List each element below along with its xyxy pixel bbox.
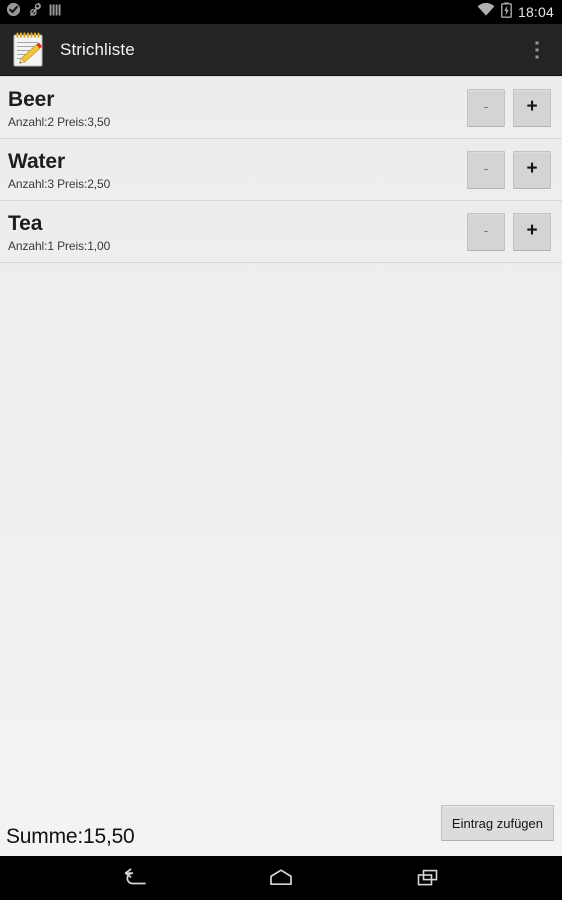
app-title: Strichliste	[60, 39, 135, 59]
table-row[interactable]: Tea Anzahl:1 Preis:1,00 - +	[0, 201, 562, 263]
row-text-block: Water Anzahl:3 Preis:2,50	[8, 147, 467, 193]
increment-button[interactable]: +	[513, 88, 551, 127]
item-name: Tea	[8, 211, 43, 235]
row-stepper: - +	[467, 212, 554, 251]
overflow-dot	[535, 40, 539, 45]
wifi-icon	[477, 2, 495, 22]
status-bar-notification-icons	[6, 2, 62, 22]
item-list: Beer Anzahl:2 Preis:3,50 - + Water Anzah…	[0, 76, 562, 263]
status-bar: 18:04	[0, 0, 562, 24]
decrement-button[interactable]: -	[467, 88, 505, 127]
overflow-dot	[535, 47, 539, 52]
back-icon[interactable]	[106, 858, 162, 898]
increment-button[interactable]: +	[513, 212, 551, 251]
decrement-button[interactable]: -	[467, 150, 505, 189]
row-stepper: - +	[467, 88, 554, 127]
home-icon[interactable]	[253, 858, 309, 898]
battery-charging-icon	[501, 1, 512, 23]
check-circle-icon	[6, 2, 21, 22]
row-text-block: Beer Anzahl:2 Preis:3,50	[8, 85, 467, 131]
footer-bar: Summe:15,50 Eintrag zufügen	[0, 796, 562, 856]
status-bar-system-icons: 18:04	[477, 1, 554, 23]
table-row[interactable]: Water Anzahl:3 Preis:2,50 - +	[0, 139, 562, 201]
item-details: Anzahl:2 Preis:3,50	[8, 114, 111, 129]
item-details: Anzahl:1 Preis:1,00	[8, 238, 111, 253]
content-area: Beer Anzahl:2 Preis:3,50 - + Water Anzah…	[0, 76, 562, 856]
android-screen: 18:04 Strichliste Beer Anzahl:2 Preis:3,…	[0, 0, 562, 900]
tally-bars-icon	[49, 3, 62, 22]
item-details: Anzahl:3 Preis:2,50	[8, 176, 111, 191]
overflow-menu-icon[interactable]	[516, 26, 558, 74]
sum-total: Summe:15,50	[6, 825, 135, 848]
action-bar: Strichliste	[0, 24, 562, 76]
row-stepper: - +	[467, 150, 554, 189]
increment-button[interactable]: +	[513, 150, 551, 189]
status-bar-clock: 18:04	[517, 3, 554, 20]
notepad-pencil-icon	[11, 31, 47, 69]
table-row[interactable]: Beer Anzahl:2 Preis:3,50 - +	[0, 77, 562, 139]
row-text-block: Tea Anzahl:1 Preis:1,00	[8, 209, 467, 255]
navigation-bar	[0, 856, 562, 900]
overflow-dot	[535, 54, 539, 59]
decrement-button[interactable]: -	[467, 212, 505, 251]
item-name: Water	[8, 149, 66, 173]
add-entry-button[interactable]: Eintrag zufügen	[440, 805, 554, 841]
phone-link-icon	[28, 2, 42, 22]
item-name: Beer	[8, 87, 55, 111]
recent-apps-icon[interactable]	[400, 858, 456, 898]
